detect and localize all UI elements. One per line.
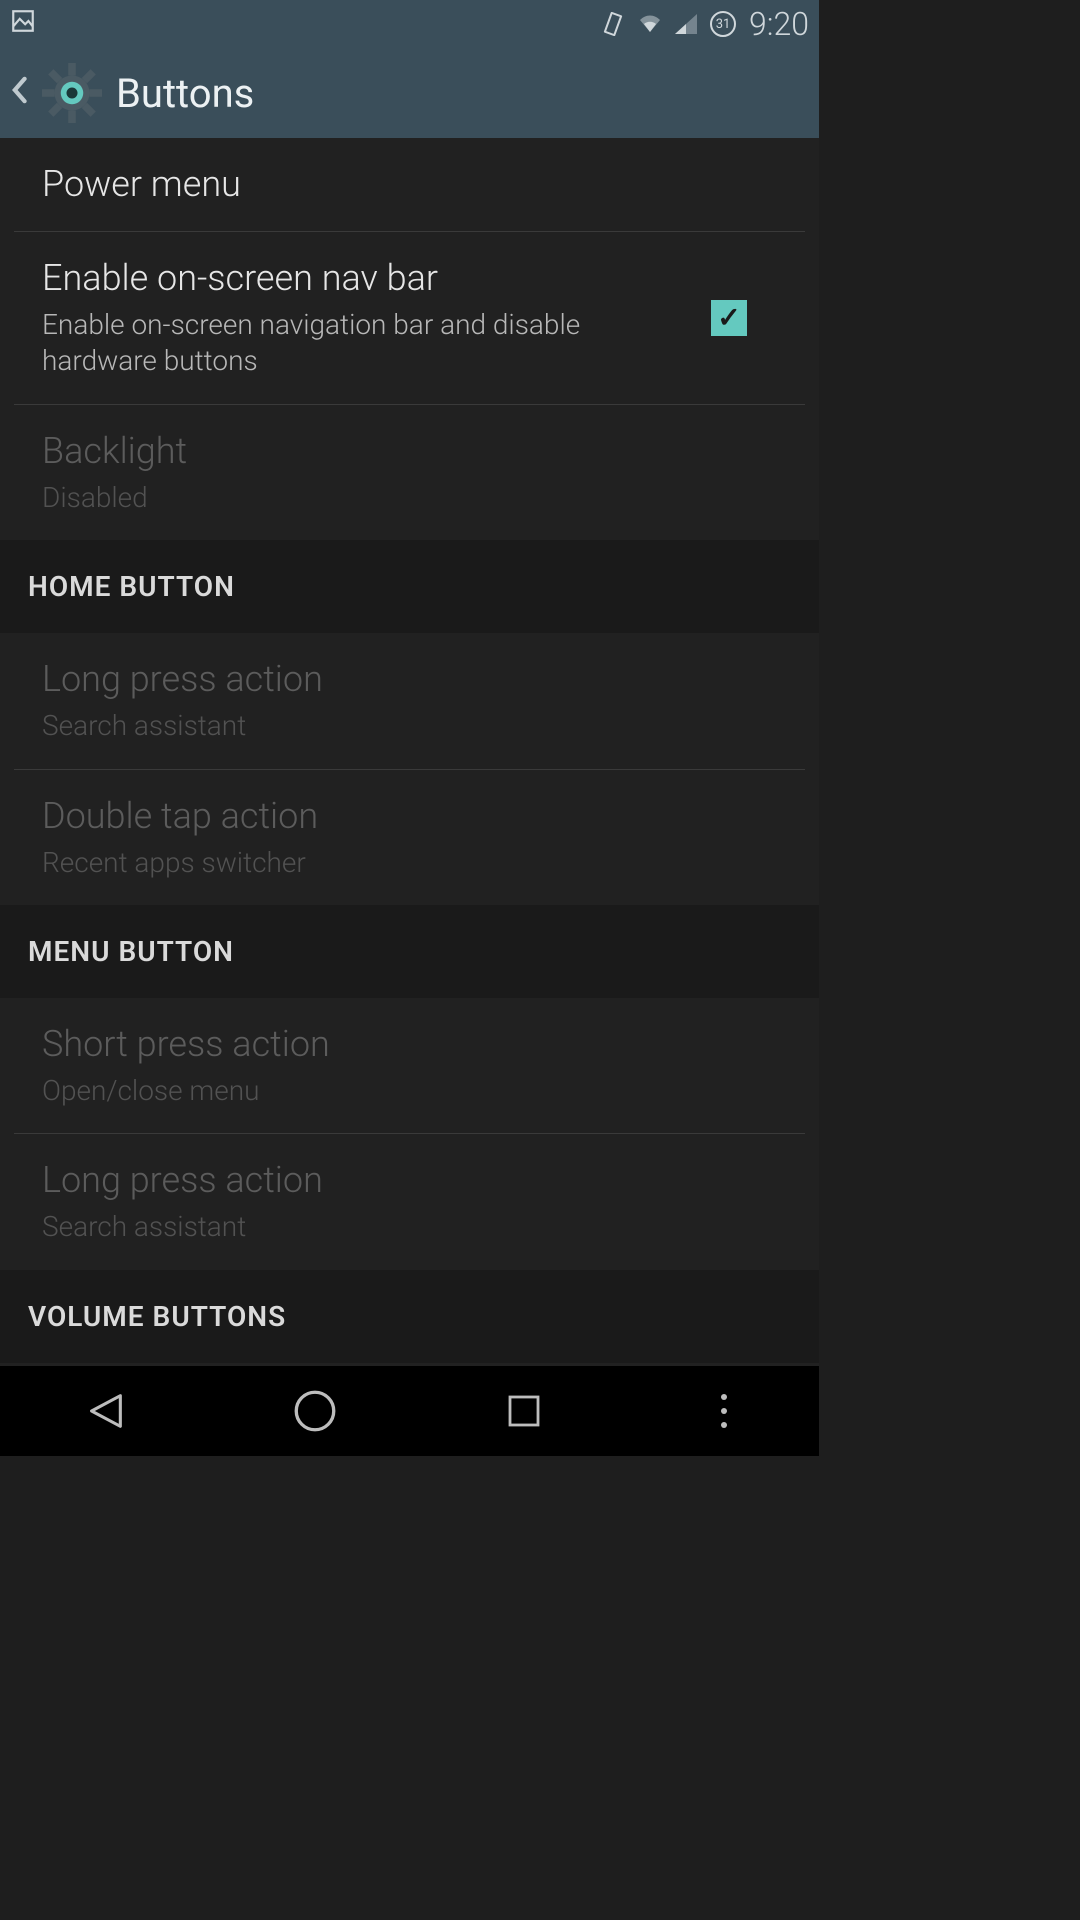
- nav-overflow-icon[interactable]: [704, 1394, 744, 1428]
- setting-sub: Search assistant: [42, 708, 777, 744]
- setting-sub: Recent apps switcher: [42, 845, 777, 881]
- nav-back-icon[interactable]: [75, 1381, 135, 1441]
- date-badge-icon: 31: [709, 10, 737, 38]
- status-left-icons: [10, 8, 36, 41]
- clock: 9:20: [749, 5, 809, 43]
- setting-sub: Disabled: [42, 480, 777, 516]
- home-long-press-item: Long press action Search assistant: [14, 633, 805, 769]
- section-header-menu: MENU BUTTON: [0, 905, 819, 998]
- setting-title: Enable on-screen nav bar: [42, 256, 691, 301]
- menu-long-press-item: Long press action Search assistant: [14, 1134, 805, 1269]
- setting-title: Power menu: [42, 162, 777, 207]
- enable-navbar-checkbox[interactable]: [711, 300, 747, 336]
- status-bar: 31 9:20: [0, 0, 819, 48]
- phone-icon: [601, 12, 625, 36]
- section-header-home: HOME BUTTON: [0, 540, 819, 633]
- signal-icon: [675, 14, 697, 34]
- setting-sub: Enable on-screen navigation bar and disa…: [42, 307, 691, 380]
- nav-home-icon[interactable]: [285, 1381, 345, 1441]
- page-title: Buttons: [116, 70, 254, 117]
- power-menu-item[interactable]: Power menu: [14, 138, 805, 232]
- setting-sub: Open/close menu: [42, 1073, 777, 1109]
- date-badge-label: 31: [716, 17, 731, 32]
- back-chevron-icon[interactable]: [10, 76, 28, 111]
- image-icon: [10, 8, 36, 41]
- enable-navbar-item[interactable]: Enable on-screen nav bar Enable on-scree…: [14, 232, 805, 405]
- setting-title: Long press action: [42, 657, 777, 702]
- section-header-volume: VOLUME BUTTONS: [0, 1270, 819, 1363]
- setting-title: Long press action: [42, 1158, 777, 1203]
- setting-title: Short press action: [42, 1022, 777, 1067]
- wifi-icon: [637, 14, 663, 34]
- home-double-tap-item: Double tap action Recent apps switcher: [14, 770, 805, 905]
- gear-icon[interactable]: [40, 61, 104, 125]
- setting-title: Double tap action: [42, 794, 777, 839]
- backlight-item: Backlight Disabled: [14, 405, 805, 540]
- app-bar: Buttons: [0, 48, 819, 138]
- content: Power menu Enable on-screen nav bar Enab…: [0, 138, 819, 1366]
- setting-title: Backlight: [42, 429, 777, 474]
- menu-short-press-item: Short press action Open/close menu: [14, 998, 805, 1134]
- nav-recent-icon[interactable]: [494, 1381, 554, 1441]
- setting-sub: Search assistant: [42, 1209, 777, 1245]
- status-right-icons: 31 9:20: [601, 5, 809, 43]
- nav-bar: [0, 1366, 819, 1456]
